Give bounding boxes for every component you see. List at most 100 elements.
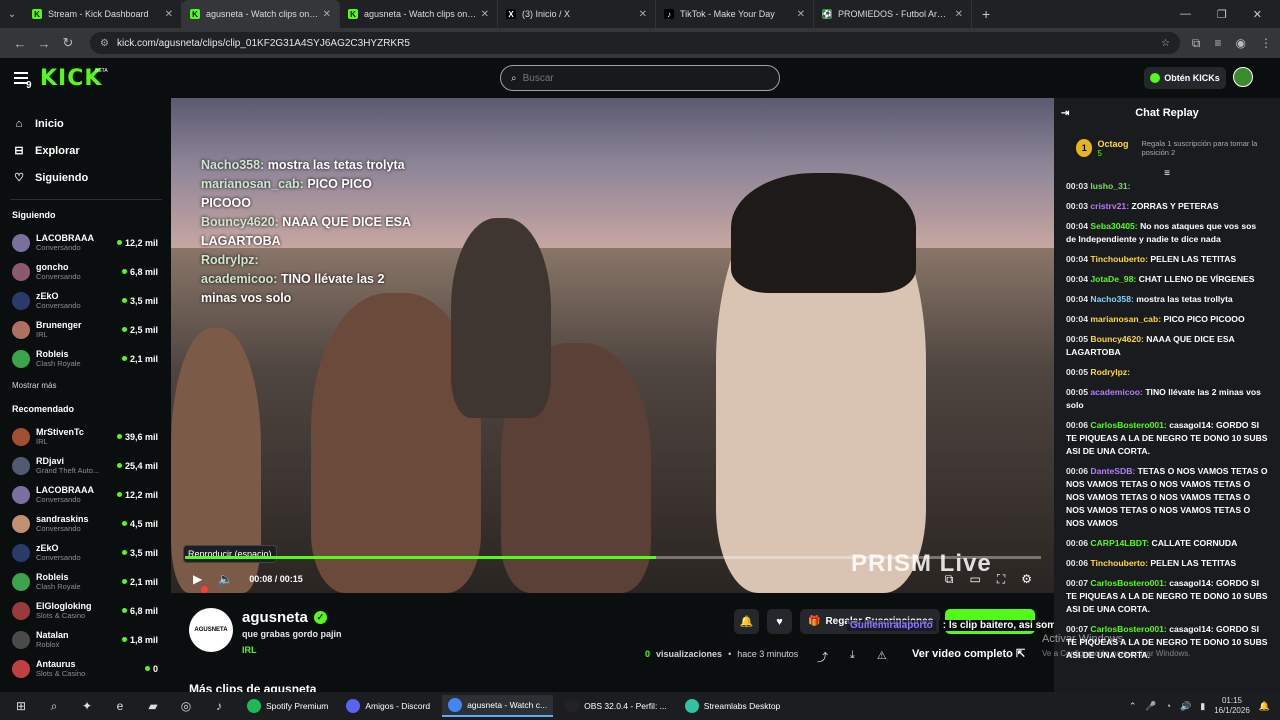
file-explorer-icon[interactable]: ▰ [142, 697, 164, 715]
channel-item[interactable]: ElGlogloking Slots & Casino 6,8 mil [0, 596, 170, 625]
kick-logo[interactable]: KICK [40, 66, 102, 91]
maximize-icon[interactable]: ❐ [1217, 8, 1227, 21]
chat-username[interactable]: Seba30405: [1090, 221, 1137, 231]
tab-close-icon[interactable]: ✕ [481, 9, 489, 20]
browser-tab[interactable]: Kagusneta - Watch clips on Kick ✕ [182, 0, 340, 28]
back-icon[interactable]: ← [8, 36, 32, 51]
mic-icon[interactable]: 🎤 [1145, 701, 1156, 712]
chat-username[interactable]: CARP14LBDT: [1090, 538, 1149, 548]
get-kicks-button[interactable]: Obtén KICKs [1144, 67, 1226, 89]
streamer-name[interactable]: agusneta [242, 609, 308, 626]
channel-item[interactable]: Robleis Clash Royale 2,1 mil [0, 344, 170, 373]
chat-username[interactable]: lusho_31: [1090, 181, 1130, 191]
browser-tab[interactable]: K Stream - Kick Dashboard ✕ [24, 0, 182, 28]
channel-item[interactable]: goncho Conversando 6,8 mil [0, 257, 170, 286]
pinned-toggle-icon[interactable]: ≡ [1054, 168, 1280, 180]
browser-tab[interactable]: ♪ TikTok - Make Your Day ✕ [656, 0, 814, 28]
forward-icon[interactable]: → [32, 36, 56, 51]
chat-username[interactable]: DanteSDB: [1090, 466, 1135, 476]
video-player[interactable]: Nacho358: mostra las tetas trolyta marian… [171, 98, 1054, 593]
taskbar-app[interactable]: OBS 32.0.4 - Perfil: ... [559, 695, 673, 717]
settings-icon[interactable]: ⚙ [1021, 572, 1032, 587]
browser-tab[interactable]: X (3) Inicio / X ✕ [498, 0, 656, 28]
volume-tray-icon[interactable]: 🔊 [1180, 701, 1191, 712]
full-video-link[interactable]: Ver video completo ⇱ [912, 647, 1025, 660]
chat-username[interactable]: Nacho358: [1090, 294, 1133, 304]
channel-item[interactable]: MrStivenTc IRL 39,6 mil [0, 422, 170, 451]
windows-start-icon[interactable]: ⊞ [10, 697, 32, 715]
download-icon[interactable]: ⤓ [850, 649, 855, 665]
url-field[interactable]: ⚙ kick.com/agusneta/clips/clip_01KF2G31A… [90, 32, 1180, 54]
sidebar-nav-siguiendo[interactable]: ♡ Siguiendo [0, 164, 170, 191]
channel-item[interactable]: sandraskins Conversando 4,5 mil [0, 509, 170, 538]
play-icon[interactable]: ▶ [193, 572, 202, 586]
search-bar[interactable]: ⌕ [500, 65, 780, 91]
tab-close-icon[interactable]: ✕ [165, 9, 173, 20]
tab-close-icon[interactable]: ✕ [639, 9, 647, 20]
taskbar-app[interactable]: agusneta - Watch c... [442, 695, 554, 717]
browser-tab[interactable]: Kagusneta - Watch clips on Kick ✕ [340, 0, 498, 28]
search-icon[interactable]: ⌕ [43, 697, 65, 715]
progress-bar[interactable] [185, 556, 1041, 559]
taskbar-app[interactable]: Spotify Premium [241, 695, 334, 717]
wifi-icon[interactable]: ◔ [1166, 701, 1171, 711]
extensions-icon[interactable]: ⧉ [1192, 36, 1201, 51]
volume-icon[interactable]: 🔈 [218, 572, 233, 586]
channel-item[interactable]: Antaurus Slots & Casino 0 [0, 654, 170, 683]
chat-username[interactable]: academicoo: [1090, 387, 1143, 397]
channel-item[interactable]: RDjavi Grand Theft Auto... 25,4 mil [0, 451, 170, 480]
user-avatar[interactable] [1233, 67, 1253, 87]
tab-close-icon[interactable]: ✕ [797, 9, 805, 20]
tab-close-icon[interactable]: ✕ [955, 9, 963, 20]
channel-item[interactable]: LACOBRAAA Conversando 12,2 mil [0, 480, 170, 509]
notification-bell-button[interactable]: 🔔 [734, 609, 759, 634]
battery-icon[interactable]: ▮ [1200, 701, 1205, 712]
site-info-icon[interactable]: ⚙ [100, 38, 109, 49]
chat-username[interactable]: Tinchouberto: [1090, 558, 1148, 568]
reload-icon[interactable]: ↻ [56, 35, 80, 51]
tab-search-icon[interactable]: ⌄ [0, 0, 24, 28]
pip-icon[interactable]: ⧉ [945, 572, 954, 587]
media-icon[interactable]: ≡ [1215, 36, 1222, 51]
channel-item[interactable]: Robleis Clash Royale 2,1 mil [0, 567, 170, 596]
follow-heart-button[interactable]: ♥ [767, 609, 792, 634]
chat-username[interactable]: Tinchouberto: [1090, 254, 1148, 264]
notifications-icon[interactable]: 🔔 [1259, 701, 1270, 712]
search-input[interactable] [522, 72, 753, 84]
channel-item[interactable]: Brunenger IRL 2,5 mil [0, 315, 170, 344]
show-more-link[interactable]: Mostrar más [0, 381, 170, 390]
chat-username[interactable]: marianosan_cab: [1090, 314, 1161, 324]
chat-username[interactable]: CarlosBostero001: [1090, 578, 1166, 588]
chat-username[interactable]: cristrv21: [1090, 201, 1129, 211]
new-tab-button[interactable]: + [982, 6, 990, 22]
minimize-icon[interactable]: — [1180, 8, 1191, 21]
browser-tab[interactable]: ⚽ PROMIEDOS - Futbol Argentino ✕ [814, 0, 972, 28]
leader-username[interactable]: Octaog [1097, 139, 1128, 149]
chrome-icon[interactable]: ◎ [175, 697, 197, 715]
menu-icon[interactable]: ⋮ [1260, 36, 1272, 51]
sidebar-nav-inicio[interactable]: ⌂ Inicio [0, 110, 170, 137]
chat-username[interactable]: CarlosBostero001: [1090, 420, 1166, 430]
chat-username[interactable]: Bouncy4620: [1090, 334, 1144, 344]
share-icon[interactable]: ⤴ [817, 649, 828, 665]
close-window-icon[interactable]: ✕ [1253, 8, 1262, 21]
taskbar-app[interactable]: Amigos - Discord [340, 695, 436, 717]
collapse-chat-icon[interactable]: ⇥ [1061, 108, 1069, 119]
fullscreen-icon[interactable]: ⛶ [997, 572, 1005, 587]
tab-close-icon[interactable]: ✕ [323, 9, 331, 20]
clip-category[interactable]: IRL [242, 645, 257, 655]
leader-gift-hint[interactable]: Regala 1 suscripción para tomar la posic… [1141, 139, 1280, 157]
copilot-icon[interactable]: ✦ [76, 697, 98, 715]
channel-item[interactable]: LACOBRAAA Conversando 12,2 mil [0, 228, 170, 257]
chat-username[interactable]: JotaDe_98: [1090, 274, 1136, 284]
clock[interactable]: 01:15 16/1/2026 [1214, 696, 1250, 716]
channel-item[interactable]: Natalan Roblox 1,8 mil [0, 625, 170, 654]
channel-item[interactable]: zEkO Conversando 3,5 mil [0, 538, 170, 567]
theater-mode-icon[interactable]: ▭ [969, 572, 980, 587]
tiktok-icon[interactable]: ♪ [208, 697, 230, 715]
edge-icon[interactable]: e [109, 697, 131, 715]
bookmark-star-icon[interactable]: ☆ [1161, 38, 1170, 49]
report-icon[interactable]: ⚠ [877, 649, 887, 665]
tray-overflow-icon[interactable]: ⌃ [1129, 701, 1137, 712]
streamer-avatar[interactable]: AGUSNETA [189, 608, 233, 652]
